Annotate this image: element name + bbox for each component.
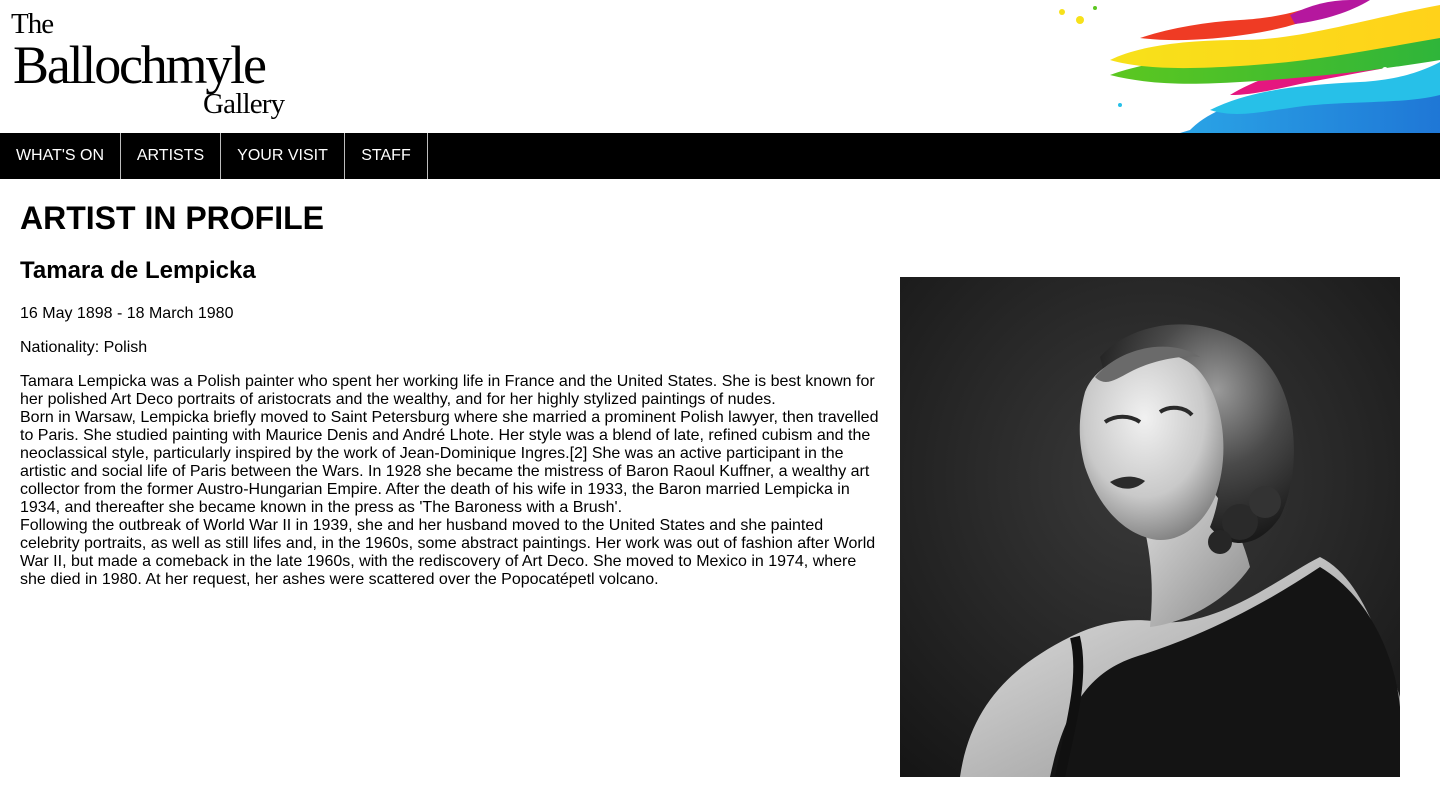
nav-item-staff[interactable]: STAFF	[345, 133, 428, 179]
gallery-logo[interactable]: The Ballochmyle Gallery	[11, 8, 301, 123]
artist-name: Tamara de Lempicka	[20, 257, 256, 284]
nav-item-your-visit[interactable]: YOUR VISIT	[221, 133, 345, 179]
artist-dates: 16 May 1898 - 18 March 1980	[20, 305, 234, 322]
bio-paragraph: Born in Warsaw, Lempicka briefly moved t…	[20, 409, 879, 516]
paint-splash-image	[1059, 0, 1440, 133]
nav-item-whats-on[interactable]: WHAT'S ON	[0, 133, 121, 179]
bio-paragraph: Following the outbreak of World War II i…	[20, 517, 876, 588]
logo-line-gallery: Gallery	[203, 88, 285, 120]
site-header: The Ballochmyle Gallery	[0, 0, 1440, 133]
main-navigation: WHAT'S ON ARTISTS YOUR VISIT STAFF	[0, 133, 1440, 179]
artist-biography: Tamara Lempicka was a Polish painter who…	[20, 373, 882, 589]
page-title: ARTIST IN PROFILE	[20, 200, 324, 236]
artist-portrait-photo	[900, 277, 1400, 777]
bio-paragraph: Tamara Lempicka was a Polish painter who…	[20, 373, 875, 408]
artist-nationality: Nationality: Polish	[20, 339, 148, 356]
logo-line-ballochmyle: Ballochmyle	[13, 35, 267, 95]
nav-item-artists[interactable]: ARTISTS	[121, 133, 221, 179]
